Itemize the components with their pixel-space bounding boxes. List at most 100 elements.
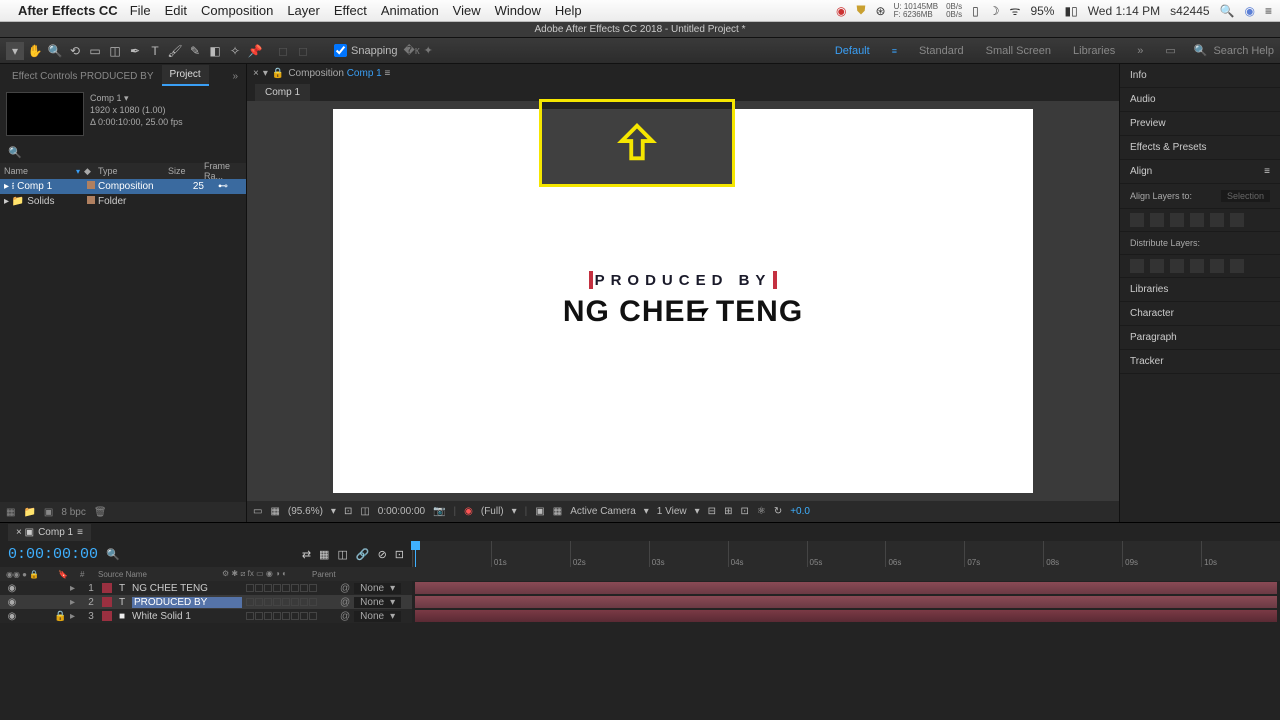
orbit-tool-icon[interactable]: ⟲ <box>66 42 84 60</box>
time-value[interactable]: 0:00:00:00 <box>378 506 425 517</box>
comp-subtab[interactable]: Comp 1 <box>255 84 310 101</box>
wifi-icon[interactable]: ᯤ <box>1009 2 1020 19</box>
ws-small[interactable]: Small Screen <box>986 45 1051 57</box>
folder-icon[interactable]: 📁 <box>23 507 35 518</box>
playhead[interactable] <box>415 541 416 567</box>
vf-icon1[interactable]: ⊟ <box>708 506 716 517</box>
canvas-area[interactable]: PRODUCED BY NG CHEE TENG ➤ <box>247 101 1119 501</box>
brush-tool-icon[interactable]: 🖌 <box>166 42 184 60</box>
panel-menu-icon[interactable]: » <box>228 67 242 86</box>
tl-icon2[interactable]: ▦ <box>319 548 329 561</box>
battery-icon[interactable]: ▮▯ <box>1064 4 1077 18</box>
text-produced-by[interactable]: PRODUCED BY <box>595 272 772 289</box>
clock[interactable]: Wed 1:14 PM <box>1088 4 1160 18</box>
layer-bar-2[interactable] <box>415 596 1277 608</box>
ellipse-tool-icon[interactable]: ◫ <box>106 42 124 60</box>
ws-standard[interactable]: Standard <box>919 45 964 57</box>
panel-audio[interactable]: Audio <box>1120 88 1280 112</box>
vf-icon4[interactable]: ⚛ <box>757 506 766 517</box>
ws-default[interactable]: Default <box>835 45 870 57</box>
menu-edit[interactable]: Edit <box>165 3 187 18</box>
bpc-toggle[interactable]: 8 bpc <box>61 507 85 518</box>
panel-align[interactable]: Align≡ <box>1120 160 1280 184</box>
view-dd[interactable]: 1 View <box>657 506 687 517</box>
exposure-value[interactable]: +0.0 <box>790 506 810 517</box>
mode2-icon[interactable]: ◻ <box>294 42 312 60</box>
project-row-comp1[interactable]: ▸ ᎒ Comp 1 Composition 25 ⊷ <box>0 179 246 194</box>
menu-window[interactable]: Window <box>495 3 541 18</box>
panel-info[interactable]: Info <box>1120 64 1280 88</box>
mode-icon[interactable]: ◻ <box>274 42 292 60</box>
panel-character[interactable]: Character <box>1120 302 1280 326</box>
snap-opt2-icon[interactable]: ✦ <box>424 44 433 57</box>
transp-icon[interactable]: ▦ <box>553 506 562 517</box>
menu-effect[interactable]: Effect <box>334 3 367 18</box>
tl-icon1[interactable]: ⇄ <box>302 548 311 561</box>
panel-preview[interactable]: Preview <box>1120 112 1280 136</box>
ws-libs[interactable]: Libraries <box>1073 45 1115 57</box>
app-name[interactable]: After Effects CC <box>18 3 118 18</box>
dnd-icon[interactable]: ☽ <box>989 4 1000 18</box>
snapping-checkbox[interactable] <box>334 44 347 57</box>
shield-icon[interactable]: ⛊ <box>857 3 866 18</box>
tl-icon3[interactable]: ◫ <box>337 548 347 561</box>
user[interactable]: s42445 <box>1170 4 1209 18</box>
ws-menu-icon[interactable]: ≡ <box>892 46 897 56</box>
puppet-tool-icon[interactable]: 📌 <box>246 42 264 60</box>
vf-icon2[interactable]: ⊞ <box>724 506 732 517</box>
tab-project[interactable]: Project <box>162 65 209 86</box>
panel-paragraph[interactable]: Paragraph <box>1120 326 1280 350</box>
comp-thumbnail[interactable] <box>6 92 84 136</box>
panel-tracker[interactable]: Tracker <box>1120 350 1280 374</box>
timeline-tab[interactable]: × ▣ Comp 1 ≡ <box>8 524 91 541</box>
layer-row-1[interactable]: ◉ ▸1 T NG CHEE TENG @None ▾ <box>0 581 1280 595</box>
lock-icon[interactable]: 🔒 <box>272 68 284 79</box>
timeline-ruler[interactable]: 01s 02s 03s 04s 05s 06s 07s 08s 09s 10s <box>412 541 1280 567</box>
vf-icon3[interactable]: ⊡ <box>740 506 748 517</box>
distribute-icons[interactable] <box>1120 255 1280 278</box>
tl-icon4[interactable]: 🔗 <box>356 548 370 561</box>
interpret-icon[interactable]: ▦ <box>6 507 15 518</box>
timecode[interactable]: 0:00:00:00 <box>8 546 98 563</box>
menu-help[interactable]: Help <box>555 3 582 18</box>
tl-search-icon[interactable]: 🔍 <box>106 548 120 561</box>
project-row-solids[interactable]: ▸ 📁 Solids Folder <box>0 194 246 209</box>
ws-more-icon[interactable]: » <box>1137 45 1143 57</box>
menu-file[interactable]: File <box>130 3 151 18</box>
menu-animation[interactable]: Animation <box>381 3 439 18</box>
snap-opt-icon[interactable]: �к <box>404 44 420 57</box>
sort-icon[interactable]: ▾ <box>76 167 80 176</box>
selection-tool-icon[interactable]: ▾ <box>6 42 24 60</box>
record-icon[interactable]: ◉ <box>836 4 846 18</box>
panel-libraries[interactable]: Libraries <box>1120 278 1280 302</box>
layer-bar-3[interactable] <box>415 610 1277 622</box>
rect-tool-icon[interactable]: ▭ <box>86 42 104 60</box>
project-search[interactable]: 🔍 <box>0 142 246 163</box>
clone-tool-icon[interactable]: ✎ <box>186 42 204 60</box>
vf-icon5[interactable]: ↻ <box>774 506 782 517</box>
mask-icon[interactable]: ◫ <box>360 506 369 517</box>
roi-icon[interactable]: ▣ <box>535 506 544 517</box>
snapping-toggle[interactable]: Snapping �к ✦ <box>334 44 433 57</box>
tl-icon6[interactable]: ⊡ <box>395 548 404 561</box>
notif-icon[interactable]: ≡ <box>1265 4 1272 18</box>
menu-composition[interactable]: Composition <box>201 3 273 18</box>
pen-tool-icon[interactable]: ✒ <box>126 42 144 60</box>
roto-tool-icon[interactable]: ✧ <box>226 42 244 60</box>
snapshot-icon[interactable]: 📷 <box>433 506 445 517</box>
type-tool-icon[interactable]: T <box>146 42 164 60</box>
layer-bar-1[interactable] <box>415 582 1277 594</box>
tab-effect-controls[interactable]: Effect Controls PRODUCED BY <box>4 67 162 86</box>
channel-icon[interactable]: ◉ <box>464 506 473 517</box>
phone-icon[interactable]: ▯ <box>972 4 979 18</box>
siri-icon[interactable]: ◉ <box>1245 4 1255 18</box>
help-search[interactable]: 🔍 Search Help <box>1194 44 1274 57</box>
magnify-icon[interactable]: ▭ <box>253 506 262 517</box>
new-comp-icon[interactable]: ▣ <box>44 507 53 518</box>
spotlight-icon[interactable]: 🔍 <box>1220 4 1235 18</box>
panel-effects[interactable]: Effects & Presets <box>1120 136 1280 160</box>
zoom-tool-icon[interactable]: 🔍 <box>46 42 64 60</box>
camera-dd[interactable]: Active Camera <box>570 506 636 517</box>
zoom-value[interactable]: (95.6%) <box>288 506 323 517</box>
text-name[interactable]: NG CHEE TENG <box>563 295 803 329</box>
